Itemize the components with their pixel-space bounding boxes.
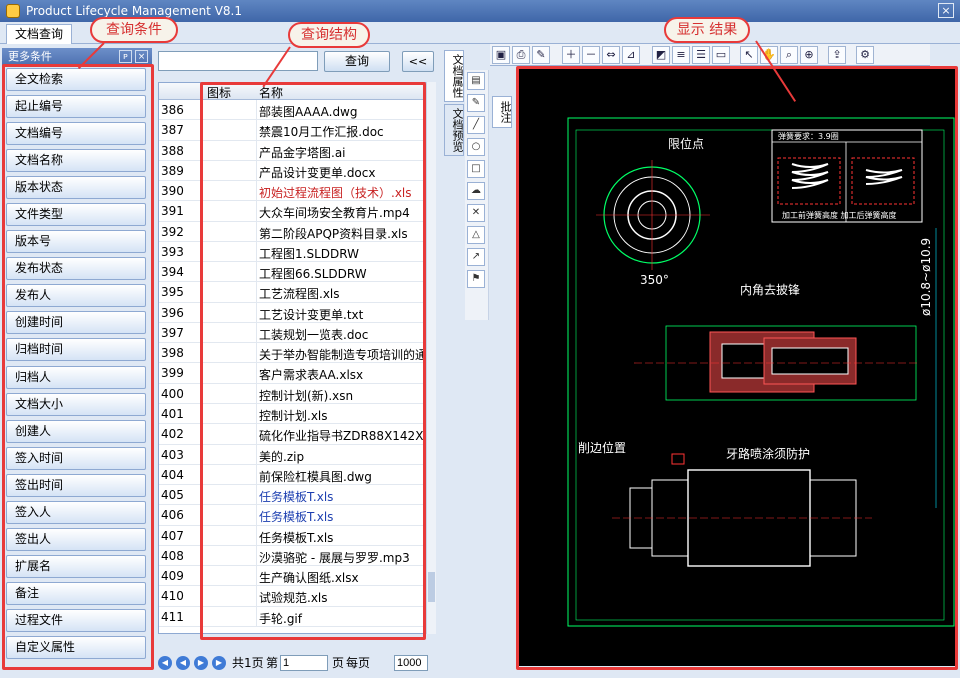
row-number: 399 — [161, 366, 184, 381]
per-page-input[interactable] — [394, 655, 428, 671]
pager: ◀ ◀ ▶ ▶ 共1页 第 页 每页 — [156, 654, 438, 672]
side-toolbar: ▤ ✎ ╱ ○ □ ☁ ✕ △ ↗ ⚑ — [465, 70, 489, 320]
search-row: 查询 << — [158, 50, 440, 72]
first-page-icon[interactable]: ◀ — [158, 656, 172, 670]
row-number: 393 — [161, 244, 184, 259]
measure-icon[interactable]: ⊿ — [622, 46, 640, 64]
rect-icon[interactable]: □ — [467, 160, 485, 178]
close-panel-button[interactable]: × — [135, 50, 148, 63]
arrow-icon[interactable]: ↗ — [467, 248, 485, 266]
row-number: 394 — [161, 265, 184, 280]
window-title: Product Lifecycle Management V8.1 — [26, 4, 242, 18]
zoom-window-icon[interactable]: ⌕ — [780, 46, 798, 64]
highlight-conditions — [2, 64, 154, 670]
row-number: 411 — [161, 609, 184, 624]
last-page-icon[interactable]: ▶ — [212, 656, 226, 670]
settings-icon[interactable]: ⚙ — [856, 46, 874, 64]
search-button[interactable]: 查询 — [324, 51, 390, 72]
row-number: 390 — [161, 184, 184, 199]
row-number: 405 — [161, 488, 184, 503]
page-label: 第 — [266, 656, 279, 670]
zoom-out-icon[interactable]: － — [582, 46, 600, 64]
row-number: 401 — [161, 406, 184, 421]
row-number: 387 — [161, 123, 184, 138]
preview-toolbar: ▣ ⎙ ✎ ＋ － ⇔ ⊿ ◩ ≡ ☰ ▭ ↖ ✋ ⌕ ⊕ ⇪ ⚙ — [490, 44, 930, 66]
row-number: 386 — [161, 103, 184, 117]
search-input[interactable] — [158, 51, 318, 71]
tab-document-preview[interactable]: 文档预览 — [444, 104, 464, 156]
zoom-extents-icon[interactable]: ⊕ — [800, 46, 818, 64]
export-icon[interactable]: ⇪ — [828, 46, 846, 64]
tab-comments[interactable]: 批注 — [492, 96, 512, 128]
pin-icon[interactable]: ᴘ — [119, 50, 132, 63]
annotation-show-results: 显示 结果 — [664, 17, 750, 43]
color-icon[interactable]: ◩ — [652, 46, 670, 64]
row-number: 410 — [161, 589, 184, 604]
markup-icon[interactable]: ✎ — [467, 94, 485, 112]
highlight-grid — [200, 82, 426, 640]
row-number: 400 — [161, 386, 184, 401]
scroll-thumb[interactable] — [428, 572, 435, 602]
row-number: 396 — [161, 305, 184, 320]
row-number: 408 — [161, 548, 184, 563]
page-unit: 页 — [332, 656, 345, 670]
stack-icon[interactable]: ☰ — [692, 46, 710, 64]
layer-icon[interactable]: ▤ — [467, 72, 485, 90]
zoom-in-icon[interactable]: ＋ — [562, 46, 580, 64]
row-number: 389 — [161, 163, 184, 178]
row-number: 406 — [161, 508, 184, 523]
row-number: 392 — [161, 224, 184, 239]
open-icon[interactable]: ▣ — [492, 46, 510, 64]
row-number: 403 — [161, 447, 184, 462]
row-number: 397 — [161, 325, 184, 340]
app-icon — [6, 4, 20, 18]
tab-document-properties[interactable]: 文档属性 — [444, 50, 464, 102]
line-icon[interactable]: ╱ — [467, 116, 485, 134]
row-number: 409 — [161, 569, 184, 584]
pen-icon[interactable]: ✎ — [532, 46, 550, 64]
row-number: 395 — [161, 285, 184, 300]
triangle-icon[interactable]: △ — [467, 226, 485, 244]
flag-icon[interactable]: ⚑ — [467, 270, 485, 288]
per-page-label: 每页 — [346, 656, 371, 670]
highlight-preview — [516, 66, 958, 670]
grid-scrollbar[interactable] — [426, 82, 436, 634]
row-number: 407 — [161, 528, 184, 543]
row-number: 402 — [161, 427, 184, 442]
annotation-query-conditions: 查询条件 — [90, 17, 178, 43]
page-number-input[interactable] — [280, 655, 328, 671]
arrow-select-icon[interactable]: ↖ — [740, 46, 758, 64]
prev-page-icon[interactable]: ◀ — [176, 656, 190, 670]
tab-document-query[interactable]: 文档查询 — [6, 24, 72, 44]
row-number: 388 — [161, 143, 184, 158]
total-pages: 共1页 — [232, 656, 264, 670]
close-window-button[interactable]: × — [938, 3, 954, 18]
collapse-button[interactable]: << — [402, 51, 434, 72]
next-page-icon[interactable]: ▶ — [194, 656, 208, 670]
layers-icon[interactable]: ≡ — [672, 46, 690, 64]
row-number: 391 — [161, 204, 184, 219]
fit-icon[interactable]: ⇔ — [602, 46, 620, 64]
delete-markup-icon[interactable]: ✕ — [467, 204, 485, 222]
side-tabs: 文档属性 文档预览 — [444, 50, 464, 280]
print-icon[interactable]: ⎙ — [512, 46, 530, 64]
circle-icon[interactable]: ○ — [467, 138, 485, 156]
row-number: 404 — [161, 467, 184, 482]
window-icon[interactable]: ▭ — [712, 46, 730, 64]
panel-title: 更多条件 — [8, 50, 52, 63]
annotation-query-structure: 查询结构 — [288, 22, 370, 48]
row-number: 398 — [161, 346, 184, 361]
cloud-icon[interactable]: ☁ — [467, 182, 485, 200]
